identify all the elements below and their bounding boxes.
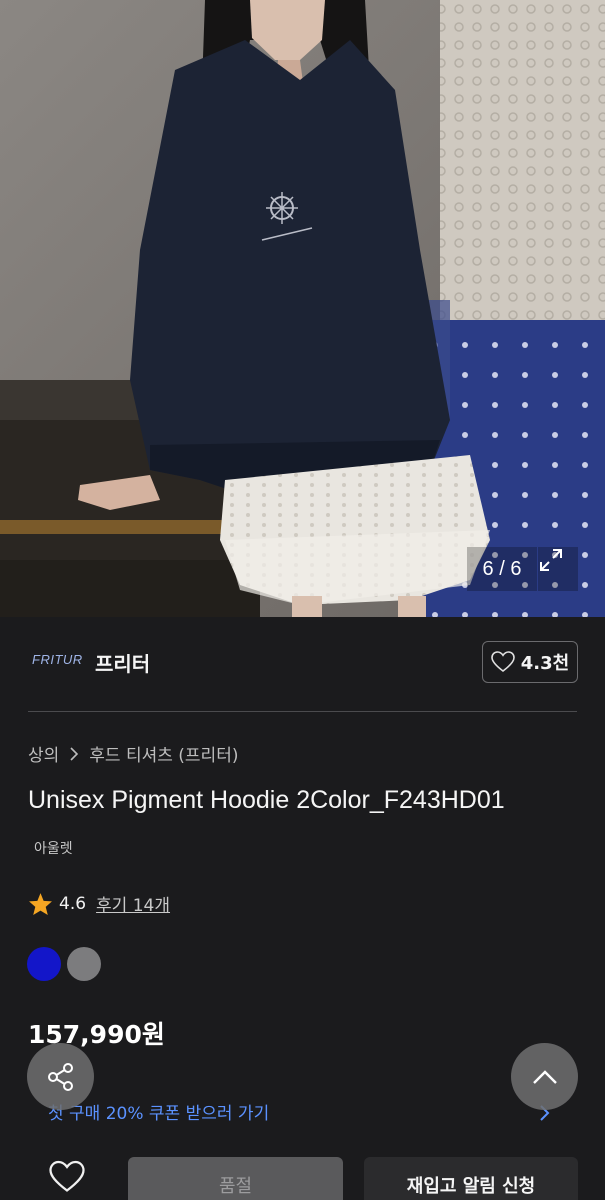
expand-button[interactable] [538,547,578,591]
section-divider [28,711,577,712]
brand-logo[interactable]: FRITUR [32,652,83,667]
rating-score: 4.6 [59,893,87,914]
product-photo-illustration [0,0,605,617]
color-swatch-gray[interactable] [67,947,101,981]
expand-icon [540,549,562,571]
brand-name[interactable]: 프리터 [95,648,150,677]
heart-icon [490,651,515,673]
brand-like-count: 4.3천 [520,653,570,674]
breadcrumb-subcategory[interactable]: 후드 티셔츠 (프리터) [89,741,238,766]
restock-alert-button[interactable]: 재입고 알림 신청 [364,1157,578,1200]
breadcrumb: 상의 후드 티셔츠 (프리터) [28,741,238,766]
review-link[interactable]: 후기 14개 [96,891,170,916]
image-pager: 6 / 6 [467,547,537,591]
color-swatch-blue[interactable] [27,947,61,981]
chevron-up-icon [532,1069,557,1084]
chevron-right-icon [70,746,79,761]
share-icon [47,1062,73,1091]
product-image[interactable]: 6 / 6 [0,0,605,617]
outlet-tag: 아울렛 [34,841,73,857]
scroll-top-button[interactable] [511,1043,578,1110]
brand-like-button[interactable]: 4.3천 [482,641,578,683]
rating-row: 4.6 후기 14개 [28,891,170,916]
star-icon [29,892,52,915]
heart-icon[interactable] [49,1160,85,1194]
breadcrumb-category[interactable]: 상의 [28,741,59,766]
sold-out-button: 품절 [128,1157,343,1200]
product-title: Unisex Pigment Hoodie 2Color_F243HD01 [28,786,505,814]
share-button[interactable] [27,1043,94,1110]
